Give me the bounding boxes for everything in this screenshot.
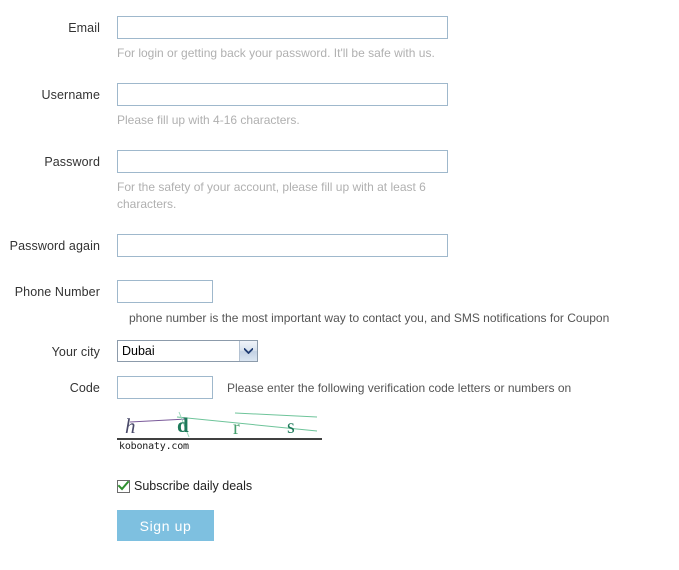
code-hint: Please enter the following verification … <box>227 381 572 395</box>
city-select[interactable]: Dubai <box>117 340 258 362</box>
form-row-phone: Phone Number phone number is the most im… <box>0 280 679 327</box>
password-again-field-col <box>100 234 679 257</box>
check-icon <box>118 481 129 491</box>
subscribe-label: Subscribe daily deals <box>134 479 253 493</box>
phone-field-col: phone number is the most important way t… <box>100 280 679 327</box>
captcha-watermark: kobonaty.com <box>119 441 189 452</box>
form-row-code: Code Please enter the following verifica… <box>0 376 679 541</box>
password-again-input[interactable] <box>117 234 448 257</box>
email-input[interactable] <box>117 16 448 39</box>
form-row-password-again: Password again <box>0 234 679 257</box>
signup-form: Email For login or getting back your pas… <box>0 0 679 541</box>
password-input[interactable] <box>117 150 448 173</box>
code-field-col: Please enter the following verification … <box>100 376 679 541</box>
form-row-email: Email For login or getting back your pas… <box>0 16 679 62</box>
svg-text:d: d <box>177 413 189 437</box>
svg-text:r: r <box>233 417 240 439</box>
form-row-city: Your city Dubai <box>0 340 679 362</box>
phone-input[interactable] <box>117 280 213 303</box>
password-again-label: Password again <box>9 239 100 253</box>
email-label: Email <box>68 21 100 35</box>
phone-label: Phone Number <box>14 285 100 299</box>
signup-button-wrap: Sign up <box>117 510 679 541</box>
city-label: Your city <box>51 345 100 359</box>
email-hint: For login or getting back your password.… <box>117 46 435 60</box>
form-row-password: Password For the safety of your account,… <box>0 150 679 213</box>
code-row-inner: Please enter the following verification … <box>117 376 679 399</box>
code-input[interactable] <box>117 376 213 399</box>
username-label: Username <box>41 88 100 102</box>
username-hint: Please fill up with 4-16 characters. <box>117 113 300 127</box>
city-field-col: Dubai <box>100 340 679 362</box>
email-field-col: For login or getting back your password.… <box>100 16 679 62</box>
svg-text:s: s <box>287 416 295 438</box>
code-label: Code <box>69 381 100 395</box>
svg-text:h: h <box>125 414 136 438</box>
password-field-col: For the safety of your account, please f… <box>100 150 679 213</box>
username-input[interactable] <box>117 83 448 106</box>
password-hint: For the safety of your account, please f… <box>117 180 426 211</box>
phone-hint-wrap: phone number is the most important way t… <box>117 310 679 327</box>
form-row-username: Username Please fill up with 4-16 charac… <box>0 83 679 129</box>
subscribe-row[interactable]: Subscribe daily deals <box>117 479 679 493</box>
captcha-image[interactable]: h d r s <box>117 407 322 440</box>
city-select-wrap: Dubai <box>117 340 258 362</box>
captcha-block: h d r s kobonaty.com <box>117 407 322 453</box>
username-field-col: Please fill up with 4-16 characters. <box>100 83 679 129</box>
signup-button[interactable]: Sign up <box>117 510 214 541</box>
password-label: Password <box>44 155 100 169</box>
subscribe-checkbox[interactable] <box>117 479 130 493</box>
phone-hint: phone number is the most important way t… <box>129 311 610 325</box>
